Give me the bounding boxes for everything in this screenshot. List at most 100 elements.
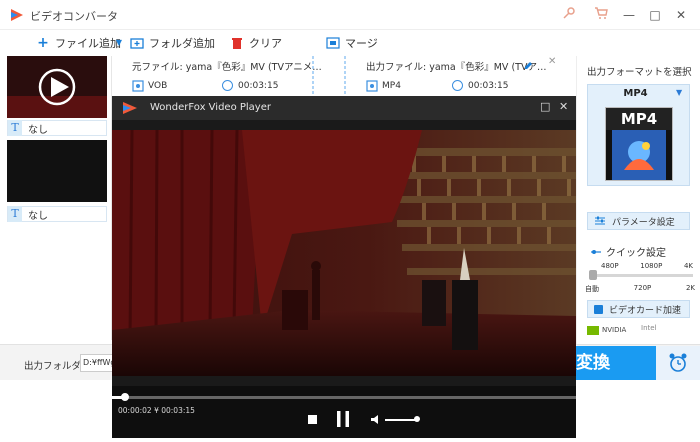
title-bar: ビデオコンバータ — □ ✕ <box>0 0 700 30</box>
quality-label: 4K <box>683 262 693 270</box>
alarm-clock-icon <box>669 353 687 372</box>
plus-icon: + <box>37 35 49 51</box>
progress-knob[interactable] <box>121 393 129 401</box>
trash-icon <box>232 38 242 49</box>
progress-track[interactable] <box>112 396 576 399</box>
intel-badge: Intel <box>641 324 657 332</box>
subtitle-select[interactable]: T なし <box>7 120 107 136</box>
player-controls: 00:00:02 ¥ 00:03:15 <box>112 386 576 438</box>
mp4-format-icon: MP4 <box>605 107 673 181</box>
quality-top-labels: 480P 1080P 4K <box>601 262 693 270</box>
source-duration: 00:03:15 <box>238 81 279 91</box>
caret-down-icon: ▼ <box>115 38 123 47</box>
player-title: WonderFox Video Player <box>150 102 271 113</box>
time-readout: 00:00:02 ¥ 00:03:15 <box>118 406 195 415</box>
quality-label: 480P <box>601 262 619 270</box>
subtitle-select[interactable]: T なし <box>7 206 107 222</box>
convert-button[interactable]: 変換 <box>576 346 656 380</box>
folder-add-icon <box>130 38 144 49</box>
output-duration: 00:03:15 <box>468 81 509 91</box>
gpu-acceleration-button[interactable]: ビデオカード加速 <box>587 300 690 318</box>
pause-button[interactable] <box>336 411 350 427</box>
convert-label: 変換 <box>576 353 610 373</box>
quality-label: 1080P <box>640 262 663 270</box>
quality-slider[interactable] <box>589 274 693 277</box>
quality-label: 自動 <box>585 285 599 293</box>
player-logo-icon <box>123 102 137 114</box>
nvidia-icon <box>587 325 599 335</box>
volume-slider[interactable] <box>385 419 417 421</box>
close-button[interactable]: ✕ <box>668 4 694 26</box>
output-format: MP4 <box>382 81 401 91</box>
play-icon <box>7 56 107 118</box>
maximize-button[interactable]: □ <box>642 4 668 26</box>
cart-icon[interactable] <box>592 6 610 24</box>
clear-button[interactable]: クリア <box>230 34 282 52</box>
output-format-title: 出力フォーマットを選択 <box>587 67 692 78</box>
key-icon[interactable] <box>560 6 578 24</box>
quick-settings-title: クイック設定 <box>591 244 666 259</box>
video-frame[interactable] <box>112 130 576 376</box>
film-image-icon <box>606 130 672 180</box>
video-player-window: WonderFox Video Player □ ✕ 00:00:02 ¥ 00… <box>112 96 576 438</box>
add-folder-label: フォルダ追加 <box>149 37 215 50</box>
remove-file-button[interactable]: ✕ <box>548 56 556 67</box>
merge-label: マージ <box>345 37 378 50</box>
chip-icon <box>594 304 603 314</box>
minimize-button[interactable]: — <box>616 4 642 26</box>
source-format: VOB <box>148 81 168 91</box>
quality-label: 720P <box>633 284 652 292</box>
volume-knob[interactable] <box>414 416 420 422</box>
sliders-icon <box>595 216 605 225</box>
format-icon <box>366 80 378 92</box>
arrow-divider-icon <box>344 56 346 98</box>
output-settings-panel: 出力フォーマットを選択 MP4 ▼ MP4 パラメータ設定 クイック設定 480… <box>576 56 700 344</box>
player-maximize-button[interactable]: □ <box>540 100 550 113</box>
video-frame-image <box>112 130 576 376</box>
arrow-divider-icon <box>312 56 314 98</box>
nvidia-badge: NVIDIA <box>587 324 633 336</box>
quality-bottom-labels: 自動 720P 2K <box>585 284 695 294</box>
quick-settings-icon <box>591 249 601 254</box>
clock-icon <box>222 80 233 91</box>
alarm-button[interactable] <box>656 346 700 380</box>
merge-icon <box>326 37 340 49</box>
format-name: MP4 <box>623 88 648 99</box>
toolbar: + ファイル追加 ▼ フォルダ追加 クリア マージ <box>0 30 700 56</box>
subtitle-value: なし <box>28 210 48 222</box>
mp4-icon-text: MP4 <box>606 108 672 130</box>
player-title-bar: WonderFox Video Player □ ✕ <box>112 96 576 120</box>
output-folder-input[interactable]: D:¥ffWg <box>80 354 114 372</box>
nvidia-label: NVIDIA <box>602 326 627 334</box>
file-list-panel: T なし T なし <box>0 56 112 340</box>
quality-slider-knob[interactable] <box>589 270 597 280</box>
add-folder-button[interactable]: フォルダ追加 <box>130 34 215 52</box>
add-file-button[interactable]: + ファイル追加 <box>36 34 121 52</box>
file-thumbnail[interactable] <box>7 140 107 202</box>
quick-settings-label: クイック設定 <box>606 248 666 259</box>
player-close-button[interactable]: ✕ <box>559 100 568 113</box>
caret-down-icon: ▼ <box>676 88 683 97</box>
quality-label: 2K <box>685 284 695 292</box>
clear-label: クリア <box>249 37 282 50</box>
clock-icon <box>452 80 463 91</box>
app-logo-icon <box>11 9 23 21</box>
add-file-dropdown[interactable]: ▼ <box>112 34 126 52</box>
merge-button[interactable]: マージ <box>326 34 378 52</box>
stop-button[interactable] <box>308 415 317 424</box>
file-info-row: 元ファイル: yama『色彩』MV (TVアニメ… VOB 00:03:15 出… <box>112 56 574 98</box>
edit-icon[interactable] <box>523 60 534 71</box>
parameter-settings-button[interactable]: パラメータ設定 <box>587 212 690 230</box>
volume-icon[interactable] <box>371 414 381 425</box>
subtitle-value: なし <box>28 124 48 136</box>
gpu-acceleration-label: ビデオカード加速 <box>609 305 682 316</box>
output-file-label: 出力ファイル: yama『色彩』MV (TVア… <box>366 62 547 73</box>
text-icon: T <box>8 120 22 136</box>
parameter-settings-label: パラメータ設定 <box>612 217 675 228</box>
app-title: ビデオコンバータ <box>30 10 118 23</box>
file-thumbnail[interactable] <box>7 56 107 118</box>
format-icon <box>132 80 144 92</box>
format-selector[interactable]: MP4 ▼ MP4 <box>587 84 690 186</box>
text-icon: T <box>8 206 22 222</box>
source-file-label: 元ファイル: yama『色彩』MV (TVアニメ… <box>132 62 322 73</box>
